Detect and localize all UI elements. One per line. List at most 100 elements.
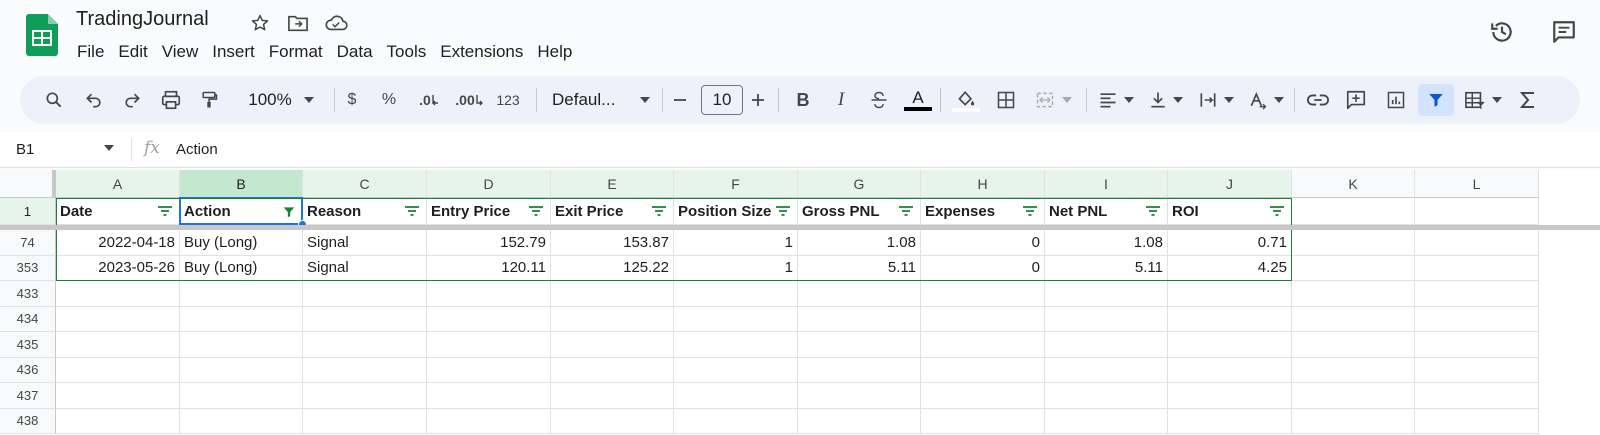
empty-cell[interactable]: [1292, 383, 1415, 409]
font-size-field[interactable]: 10: [700, 84, 744, 116]
data-cell[interactable]: 4.25: [1168, 255, 1292, 281]
spreadsheet-grid[interactable]: ABCDEFGHIJKL 1 74 353 433 434 435 436 437 438 Da…: [0, 170, 1600, 435]
filter-menu-icon[interactable]: [898, 205, 914, 217]
paint-format-icon[interactable]: [193, 84, 225, 116]
empty-cell[interactable]: [1415, 408, 1539, 434]
empty-cell[interactable]: [180, 281, 303, 307]
filter-menu-icon[interactable]: [1022, 205, 1038, 217]
empty-cell[interactable]: [303, 408, 427, 434]
empty-cell[interactable]: [551, 281, 674, 307]
empty-cell[interactable]: [1045, 357, 1168, 383]
empty-cell[interactable]: [56, 408, 180, 434]
empty-cell[interactable]: [798, 332, 921, 358]
empty-cell[interactable]: [798, 306, 921, 332]
italic-button[interactable]: I: [826, 84, 856, 116]
empty-cell[interactable]: [1292, 408, 1415, 434]
empty-cell[interactable]: [180, 357, 303, 383]
empty-cell[interactable]: [798, 357, 921, 383]
empty-cell[interactable]: [798, 408, 921, 434]
row-header[interactable]: 437: [0, 383, 56, 409]
empty-cell[interactable]: [1045, 332, 1168, 358]
data-cell[interactable]: 0.71: [1168, 230, 1292, 256]
empty-cell[interactable]: [427, 281, 551, 307]
empty-cell[interactable]: [921, 383, 1045, 409]
header-cell[interactable]: Reason: [303, 198, 427, 225]
empty-cell[interactable]: [921, 408, 1045, 434]
empty-cell[interactable]: [1292, 332, 1415, 358]
column-header-k[interactable]: K: [1292, 170, 1415, 198]
empty-cell[interactable]: [551, 383, 674, 409]
data-cell[interactable]: 2022-04-18: [56, 230, 180, 256]
empty-cell[interactable]: [1415, 383, 1539, 409]
empty-cell[interactable]: [1168, 281, 1292, 307]
text-wrapping-icon[interactable]: [1194, 84, 1238, 116]
empty-cell[interactable]: [303, 383, 427, 409]
data-cell[interactable]: 1.08: [798, 230, 921, 256]
column-header-h[interactable]: H: [921, 170, 1045, 198]
format-currency-button[interactable]: $: [340, 84, 364, 116]
text-rotation-icon[interactable]: [1244, 84, 1288, 116]
menu-extensions[interactable]: Extensions: [433, 40, 530, 64]
empty-cell[interactable]: [674, 332, 798, 358]
data-cell[interactable]: 152.79: [427, 230, 551, 256]
empty-cell[interactable]: [921, 332, 1045, 358]
header-cell[interactable]: Date: [56, 198, 180, 225]
filter-menu-icon[interactable]: [651, 205, 667, 217]
empty-cell[interactable]: [674, 408, 798, 434]
empty-cell[interactable]: [1292, 255, 1415, 281]
empty-cell[interactable]: [921, 306, 1045, 332]
empty-cell[interactable]: [1045, 383, 1168, 409]
filter-menu-icon[interactable]: [1269, 205, 1285, 217]
empty-cell[interactable]: [551, 306, 674, 332]
empty-cell[interactable]: [1415, 357, 1539, 383]
empty-cell[interactable]: [1415, 332, 1539, 358]
font-family-select[interactable]: Defaul...: [548, 84, 654, 116]
format-percent-button[interactable]: %: [376, 84, 402, 116]
select-all-corner[interactable]: [0, 170, 56, 198]
merge-cells-icon[interactable]: [1028, 84, 1078, 116]
empty-cell[interactable]: [427, 383, 551, 409]
empty-cell[interactable]: [1415, 198, 1539, 225]
empty-cell[interactable]: [303, 332, 427, 358]
filter-menu-icon[interactable]: [1145, 205, 1161, 217]
empty-cell[interactable]: [56, 332, 180, 358]
decrease-font-size-icon[interactable]: [668, 84, 692, 116]
empty-cell[interactable]: [56, 281, 180, 307]
empty-cell[interactable]: [1415, 306, 1539, 332]
menu-file[interactable]: File: [76, 40, 111, 64]
horizontal-align-icon[interactable]: [1094, 84, 1138, 116]
filter-views-icon[interactable]: [1460, 84, 1506, 116]
data-cell[interactable]: 0: [921, 255, 1045, 281]
bold-button[interactable]: B: [788, 84, 818, 116]
borders-icon[interactable]: [990, 84, 1022, 116]
cloud-saved-icon[interactable]: [324, 11, 348, 35]
column-header-j[interactable]: J: [1168, 170, 1292, 198]
menu-help[interactable]: Help: [530, 40, 579, 64]
formula-input[interactable]: Action: [176, 141, 218, 158]
row-header[interactable]: 74: [0, 230, 56, 256]
empty-cell[interactable]: [921, 281, 1045, 307]
menu-view[interactable]: View: [155, 40, 206, 64]
chevron-down-icon[interactable]: [104, 145, 114, 151]
document-title[interactable]: TradingJournal: [76, 8, 209, 31]
data-cell[interactable]: 125.22: [551, 255, 674, 281]
header-cell[interactable]: Action: [180, 198, 303, 225]
insert-chart-icon[interactable]: [1380, 84, 1412, 116]
row-header[interactable]: 433: [0, 281, 56, 307]
data-cell[interactable]: Signal: [303, 255, 427, 281]
undo-icon[interactable]: [78, 84, 110, 116]
text-color-button[interactable]: A: [902, 84, 934, 116]
column-header-l[interactable]: L: [1415, 170, 1539, 198]
empty-cell[interactable]: [798, 383, 921, 409]
increase-decimal-button[interactable]: .00: [452, 84, 486, 116]
row-header[interactable]: 438: [0, 408, 56, 434]
empty-cell[interactable]: [303, 306, 427, 332]
row-header[interactable]: 434: [0, 306, 56, 332]
empty-cell[interactable]: [551, 332, 674, 358]
empty-cell[interactable]: [1168, 332, 1292, 358]
more-formats-button[interactable]: 123: [490, 84, 526, 116]
decrease-decimal-button[interactable]: .0: [414, 84, 444, 116]
data-cell[interactable]: 120.11: [427, 255, 551, 281]
header-cell[interactable]: Net PNL: [1045, 198, 1168, 225]
empty-cell[interactable]: [303, 357, 427, 383]
